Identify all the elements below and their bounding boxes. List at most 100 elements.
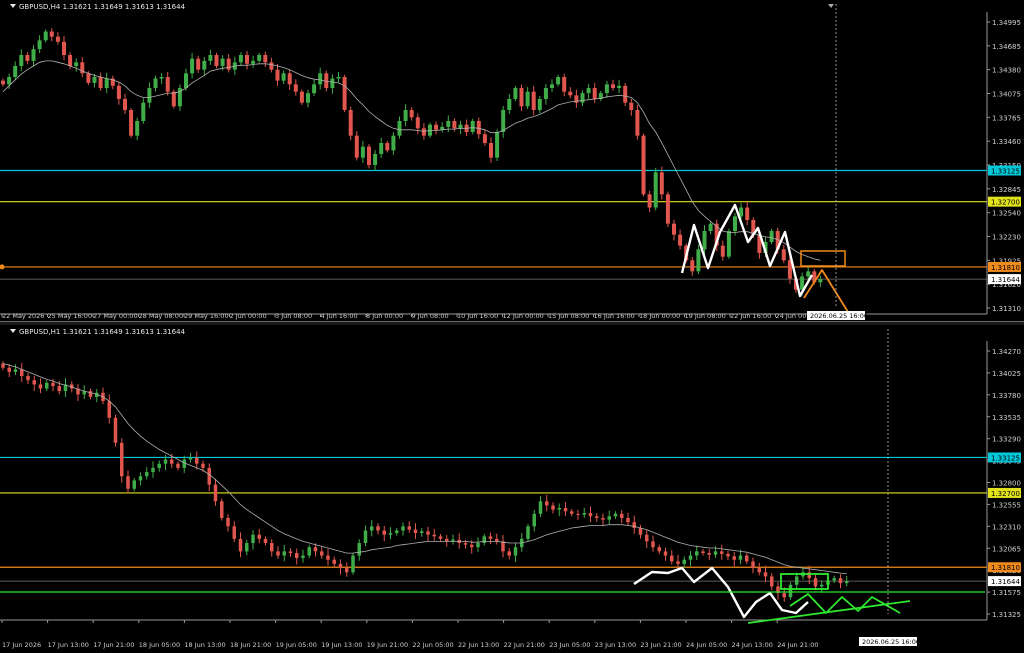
candle-body	[382, 530, 386, 535]
candle-body	[838, 578, 843, 584]
time-tick-label: 4 Jun 16:00	[321, 312, 358, 320]
candle-body	[495, 132, 500, 158]
candle-body	[391, 135, 396, 151]
candle-body	[226, 517, 230, 527]
time-tick-label: 16 Jun 16:00	[594, 312, 635, 320]
candle-body	[820, 584, 824, 587]
time-tick-label: 22 Jun 21:00	[504, 641, 545, 649]
candle-body	[611, 84, 615, 88]
candle-body	[763, 572, 768, 577]
candle-body	[738, 555, 743, 560]
candle-body	[245, 55, 249, 64]
time-tick-label: 18 Jun 00:00	[639, 312, 680, 320]
price-tick-label: 1.32230	[992, 234, 1021, 242]
candle-body	[672, 223, 676, 235]
candle-body	[570, 511, 574, 514]
candle-body	[745, 207, 750, 220]
candle-body	[330, 78, 335, 88]
price-tick-label: 1.31310	[992, 305, 1021, 313]
candle-body	[7, 77, 12, 85]
h4-candlestick-chart[interactable]: 1.34995 1.34685 1.34380 1.34075 1.33765 1.334…	[0, 0, 1024, 322]
candle-body	[92, 77, 97, 83]
candle-body	[707, 553, 711, 555]
candle-body	[207, 467, 211, 485]
candle-body	[132, 480, 136, 489]
price-tick-label: 1.33780	[992, 392, 1021, 400]
chart-pane-h1[interactable]: GBPUSD,H1 1.31621 1.31649 1.31613 1.3164…	[0, 325, 1024, 653]
candle-body	[332, 559, 336, 564]
candle-body	[313, 547, 318, 552]
candle-body	[489, 143, 493, 158]
candle-body	[195, 457, 199, 464]
chart-pane-h4[interactable]: GBPUSD,H4 1.31621 1.31649 1.31613 1.3164…	[0, 0, 1024, 322]
candle-body	[379, 143, 384, 154]
candle-body	[690, 260, 695, 272]
candle-body	[373, 154, 378, 165]
candle-body	[141, 102, 146, 121]
price-tick-label: 1.32065	[992, 545, 1021, 553]
candle-body	[526, 526, 530, 539]
candle-body	[438, 536, 443, 539]
candle-body	[470, 544, 474, 548]
candle-body	[623, 85, 628, 103]
candle-body	[580, 93, 585, 103]
candle-body	[732, 556, 736, 560]
time-tick-label: 27 May 00:00	[93, 312, 138, 320]
candle-body	[74, 62, 79, 66]
candle-body	[275, 69, 280, 81]
candle-body	[592, 88, 597, 99]
candle-body	[476, 121, 481, 135]
price-tick-label: 1.34025	[992, 370, 1021, 378]
candle-body	[670, 555, 674, 562]
candle-body	[757, 568, 761, 573]
candle-body	[645, 534, 649, 542]
h1-candlestick-chart[interactable]: 1.342701.340251.337801.335351.332901.330…	[0, 325, 1024, 653]
time-tick-label: 12 Jun 00:00	[503, 312, 544, 320]
candle-body	[818, 279, 823, 283]
candle-body	[452, 121, 457, 129]
price-tick-label: 1.32800	[992, 480, 1021, 488]
candle-body	[708, 223, 713, 231]
candle-body	[32, 380, 36, 385]
candle-body	[720, 551, 724, 554]
candle-body	[653, 172, 658, 208]
time-tick-label: 22 May 2026	[2, 312, 44, 320]
candle-body	[232, 526, 236, 539]
candle-body	[245, 543, 249, 552]
time-tick-label: 24 Jun 05:00	[686, 641, 727, 649]
candle-body	[196, 58, 201, 70]
candle-body	[434, 124, 439, 130]
candle-body	[113, 417, 118, 443]
candle-body	[557, 507, 561, 510]
level-price-label: 1.32700	[991, 199, 1020, 207]
candle-body	[360, 146, 365, 158]
candle-body	[7, 367, 11, 372]
candle-body	[171, 91, 176, 107]
candle-body	[726, 553, 730, 557]
candle-body	[376, 526, 380, 531]
price-tick-label: 1.31325	[992, 611, 1021, 619]
time-tick-label: 19 Jun 05:00	[276, 641, 317, 649]
candle-body	[415, 117, 420, 129]
candle-body	[257, 534, 261, 539]
candle-body	[832, 578, 836, 581]
candle-body	[745, 555, 749, 562]
candle-body	[123, 99, 127, 110]
time-tick-label: 18 Jun 05:00	[139, 641, 180, 649]
candle-body	[701, 551, 705, 554]
candle-body	[165, 77, 170, 92]
candle-body	[176, 463, 180, 468]
time-tick-label: 19 Jun 13:00	[321, 641, 362, 649]
candle-body	[395, 530, 399, 534]
candle-body	[545, 501, 549, 506]
candle-body	[647, 194, 652, 208]
candle-body	[543, 88, 548, 99]
candle-body	[551, 505, 555, 510]
candle-body	[202, 60, 207, 70]
candle-body	[532, 513, 536, 527]
candle-body	[145, 472, 149, 477]
candle-body	[68, 55, 73, 66]
candle-body	[184, 73, 188, 88]
candle-body	[1, 80, 5, 85]
level-anchor-dot	[0, 264, 5, 270]
